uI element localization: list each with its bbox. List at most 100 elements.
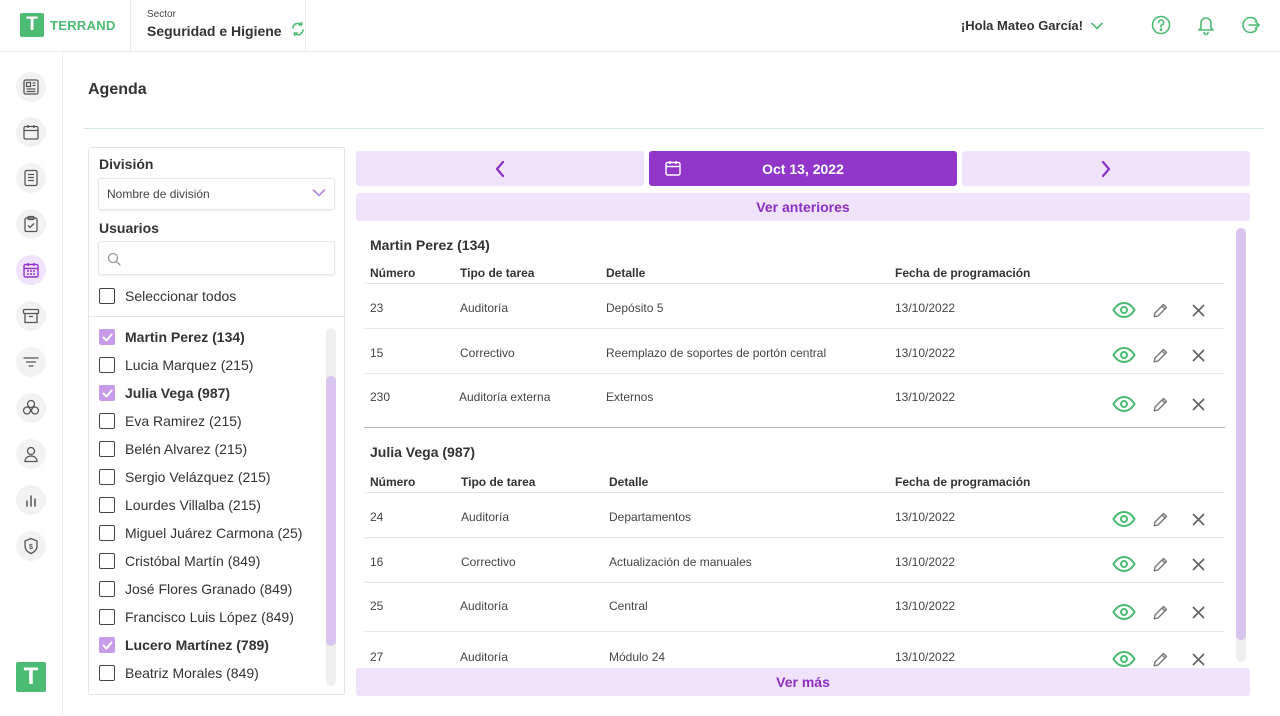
column-header: Fecha de programación bbox=[895, 266, 1031, 280]
user-checkbox-item[interactable]: Sergio Velázquez (215) bbox=[99, 469, 271, 485]
division-select-value: Nombre de división bbox=[107, 187, 210, 201]
pencil-button[interactable] bbox=[1152, 394, 1168, 414]
column-header: Fecha de programación bbox=[895, 475, 1031, 489]
sidebar-brand-mark: T bbox=[16, 662, 46, 692]
chevron-down-icon bbox=[1091, 18, 1103, 33]
date-picker-button[interactable]: Oct 13, 2022 bbox=[649, 151, 957, 186]
checkbox[interactable] bbox=[99, 497, 115, 513]
checkbox[interactable] bbox=[99, 665, 115, 681]
cell-detalle: Actualización de manuales bbox=[609, 555, 752, 569]
user-search-input[interactable] bbox=[98, 241, 335, 275]
sidebar-item-archive[interactable] bbox=[16, 301, 46, 331]
checkbox[interactable] bbox=[99, 288, 115, 304]
sector-selector[interactable]: Sector Seguridad e Higiene bbox=[147, 9, 306, 40]
sidebar-item-dashboard[interactable] bbox=[16, 72, 46, 102]
sidebar-item-calendar[interactable] bbox=[16, 117, 46, 147]
user-checkbox-item[interactable]: Lucia Marquez (215) bbox=[99, 357, 253, 373]
close-button[interactable] bbox=[1190, 649, 1206, 669]
chart-icon bbox=[26, 495, 36, 507]
checkbox-checked[interactable] bbox=[99, 329, 115, 345]
close-button[interactable] bbox=[1190, 602, 1206, 622]
cell-fecha: 13/10/2022 bbox=[895, 390, 956, 404]
agenda-icon bbox=[23, 263, 39, 278]
sidebar-item-tasks[interactable] bbox=[16, 209, 46, 239]
users-label: Usuarios bbox=[99, 220, 159, 236]
eye-button[interactable] bbox=[1112, 509, 1136, 529]
checkbox[interactable] bbox=[99, 469, 115, 485]
row-divider bbox=[364, 492, 1224, 493]
checkbox[interactable] bbox=[99, 525, 115, 541]
pencil-button[interactable] bbox=[1152, 649, 1168, 669]
filter-icon bbox=[23, 357, 39, 367]
sidebar-item-users[interactable] bbox=[16, 439, 46, 469]
sidebar-item-agenda[interactable] bbox=[16, 255, 46, 285]
sidebar-item-filters[interactable] bbox=[16, 347, 46, 377]
brand-logo[interactable]: T TERRAND bbox=[20, 13, 116, 37]
close-button[interactable] bbox=[1190, 509, 1206, 529]
brand-mark: T bbox=[20, 13, 44, 37]
checkbox[interactable] bbox=[99, 413, 115, 429]
user-checkbox-item[interactable]: Cristóbal Martín (849) bbox=[99, 553, 260, 569]
close-button[interactable] bbox=[1190, 554, 1206, 574]
user-checkbox-item[interactable]: Martin Perez (134) bbox=[99, 329, 245, 345]
user-checkbox-item[interactable]: Lourdes Villalba (215) bbox=[99, 497, 261, 513]
checkbox[interactable] bbox=[99, 609, 115, 625]
select-all-checkbox[interactable]: Seleccionar todos bbox=[99, 288, 236, 304]
user-checkbox-item[interactable]: Belén Alvarez (215) bbox=[99, 441, 247, 457]
cell-detalle: Central bbox=[609, 599, 648, 613]
user-checkbox-item[interactable]: Miguel Juárez Carmona (25) bbox=[99, 525, 302, 541]
pencil-icon bbox=[1153, 512, 1168, 527]
user-menu[interactable]: ¡Hola Mateo García! bbox=[961, 18, 1103, 33]
cell-numero: 24 bbox=[370, 510, 384, 524]
user-checkbox-item[interactable]: Eva Ramirez (215) bbox=[99, 413, 242, 429]
checkbox[interactable] bbox=[99, 441, 115, 457]
eye-icon bbox=[1112, 396, 1136, 412]
row-divider bbox=[364, 283, 1224, 284]
close-button[interactable] bbox=[1190, 300, 1206, 320]
user-checkbox-item[interactable]: Beatriz Morales (849) bbox=[99, 665, 259, 681]
cell-tipo: Auditoría bbox=[460, 301, 509, 315]
pencil-button[interactable] bbox=[1152, 509, 1168, 529]
previous-day-button[interactable] bbox=[356, 151, 644, 186]
division-select[interactable]: Nombre de división bbox=[98, 178, 335, 210]
sidebar-item-security[interactable]: $ bbox=[16, 531, 46, 561]
user-name-label: Sergio Velázquez (215) bbox=[125, 469, 271, 485]
see-previous-button[interactable]: Ver anteriores bbox=[356, 193, 1250, 221]
sidebar-item-documents[interactable] bbox=[16, 163, 46, 193]
checkbox[interactable] bbox=[99, 553, 115, 569]
logout-icon[interactable] bbox=[1240, 14, 1262, 36]
cell-numero: 15 bbox=[370, 346, 384, 360]
pencil-button[interactable] bbox=[1152, 345, 1168, 365]
close-button[interactable] bbox=[1190, 345, 1206, 365]
user-checkbox-item[interactable]: José Flores Granado (849) bbox=[99, 581, 292, 597]
user-checkbox-item[interactable]: Lucero Martínez (789) bbox=[99, 637, 269, 653]
close-icon bbox=[1192, 304, 1205, 317]
checkbox-checked[interactable] bbox=[99, 385, 115, 401]
user-checkbox-item[interactable]: Francisco Luis López (849) bbox=[99, 609, 294, 625]
pencil-button[interactable] bbox=[1152, 300, 1168, 320]
schedule-scroll-thumb[interactable] bbox=[1236, 228, 1246, 640]
eye-button[interactable] bbox=[1112, 554, 1136, 574]
eye-button[interactable] bbox=[1112, 394, 1136, 414]
user-checkbox-item[interactable]: Julia Vega (987) bbox=[99, 385, 230, 401]
select-all-label: Seleccionar todos bbox=[125, 288, 237, 304]
checkbox-checked[interactable] bbox=[99, 637, 115, 653]
pencil-button[interactable] bbox=[1152, 602, 1168, 622]
bell-icon[interactable] bbox=[1195, 14, 1217, 36]
checkbox[interactable] bbox=[99, 357, 115, 373]
close-button[interactable] bbox=[1190, 394, 1206, 414]
help-icon[interactable] bbox=[1150, 14, 1172, 36]
user-list-scroll-thumb[interactable] bbox=[326, 376, 336, 646]
sidebar-item-groups[interactable] bbox=[16, 393, 46, 423]
pencil-button[interactable] bbox=[1152, 554, 1168, 574]
sidebar-item-reports[interactable] bbox=[16, 485, 46, 515]
eye-button[interactable] bbox=[1112, 602, 1136, 622]
checkbox[interactable] bbox=[99, 581, 115, 597]
next-day-button[interactable] bbox=[962, 151, 1250, 186]
eye-button[interactable] bbox=[1112, 345, 1136, 365]
eye-button[interactable] bbox=[1112, 300, 1136, 320]
eye-button[interactable] bbox=[1112, 649, 1136, 669]
see-more-button[interactable]: Ver más bbox=[356, 668, 1250, 696]
cell-tipo: Auditoría externa bbox=[459, 390, 551, 404]
refresh-icon[interactable] bbox=[290, 21, 306, 40]
